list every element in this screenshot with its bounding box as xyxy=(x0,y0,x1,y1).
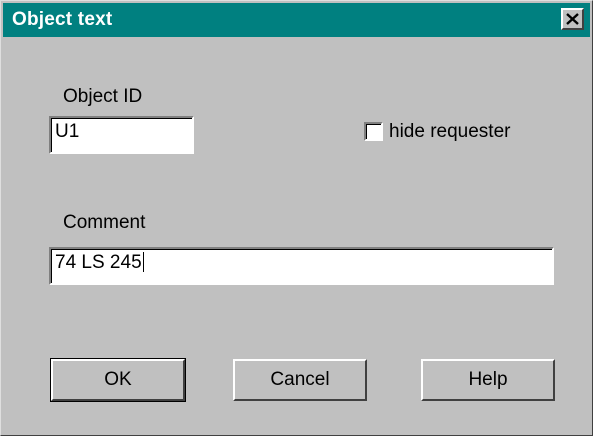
object-id-field[interactable]: U1 xyxy=(49,116,194,154)
cancel-button[interactable]: Cancel xyxy=(233,359,367,401)
object-id-label: Object ID xyxy=(63,86,143,107)
object-text-dialog: Object text Object ID U1 hide requester … xyxy=(0,0,593,436)
comment-label: Comment xyxy=(63,212,146,233)
close-button[interactable] xyxy=(561,8,584,30)
hide-requester-checkbox[interactable] xyxy=(364,122,383,141)
help-button[interactable]: Help xyxy=(421,359,555,401)
close-icon xyxy=(566,13,579,25)
comment-field[interactable]: 74 LS 245 xyxy=(49,247,554,285)
comment-value: 74 LS 245 xyxy=(55,252,142,273)
dialog-title: Object text xyxy=(12,9,113,30)
object-id-value: U1 xyxy=(55,121,80,142)
cancel-button-label: Cancel xyxy=(270,369,330,390)
text-caret xyxy=(142,252,144,272)
hide-requester-label[interactable]: hide requester xyxy=(389,121,510,143)
ok-button[interactable]: OK xyxy=(50,358,186,402)
ok-button-label: OK xyxy=(104,369,132,390)
help-button-label: Help xyxy=(468,369,508,390)
title-bar[interactable]: Object text xyxy=(3,3,590,37)
